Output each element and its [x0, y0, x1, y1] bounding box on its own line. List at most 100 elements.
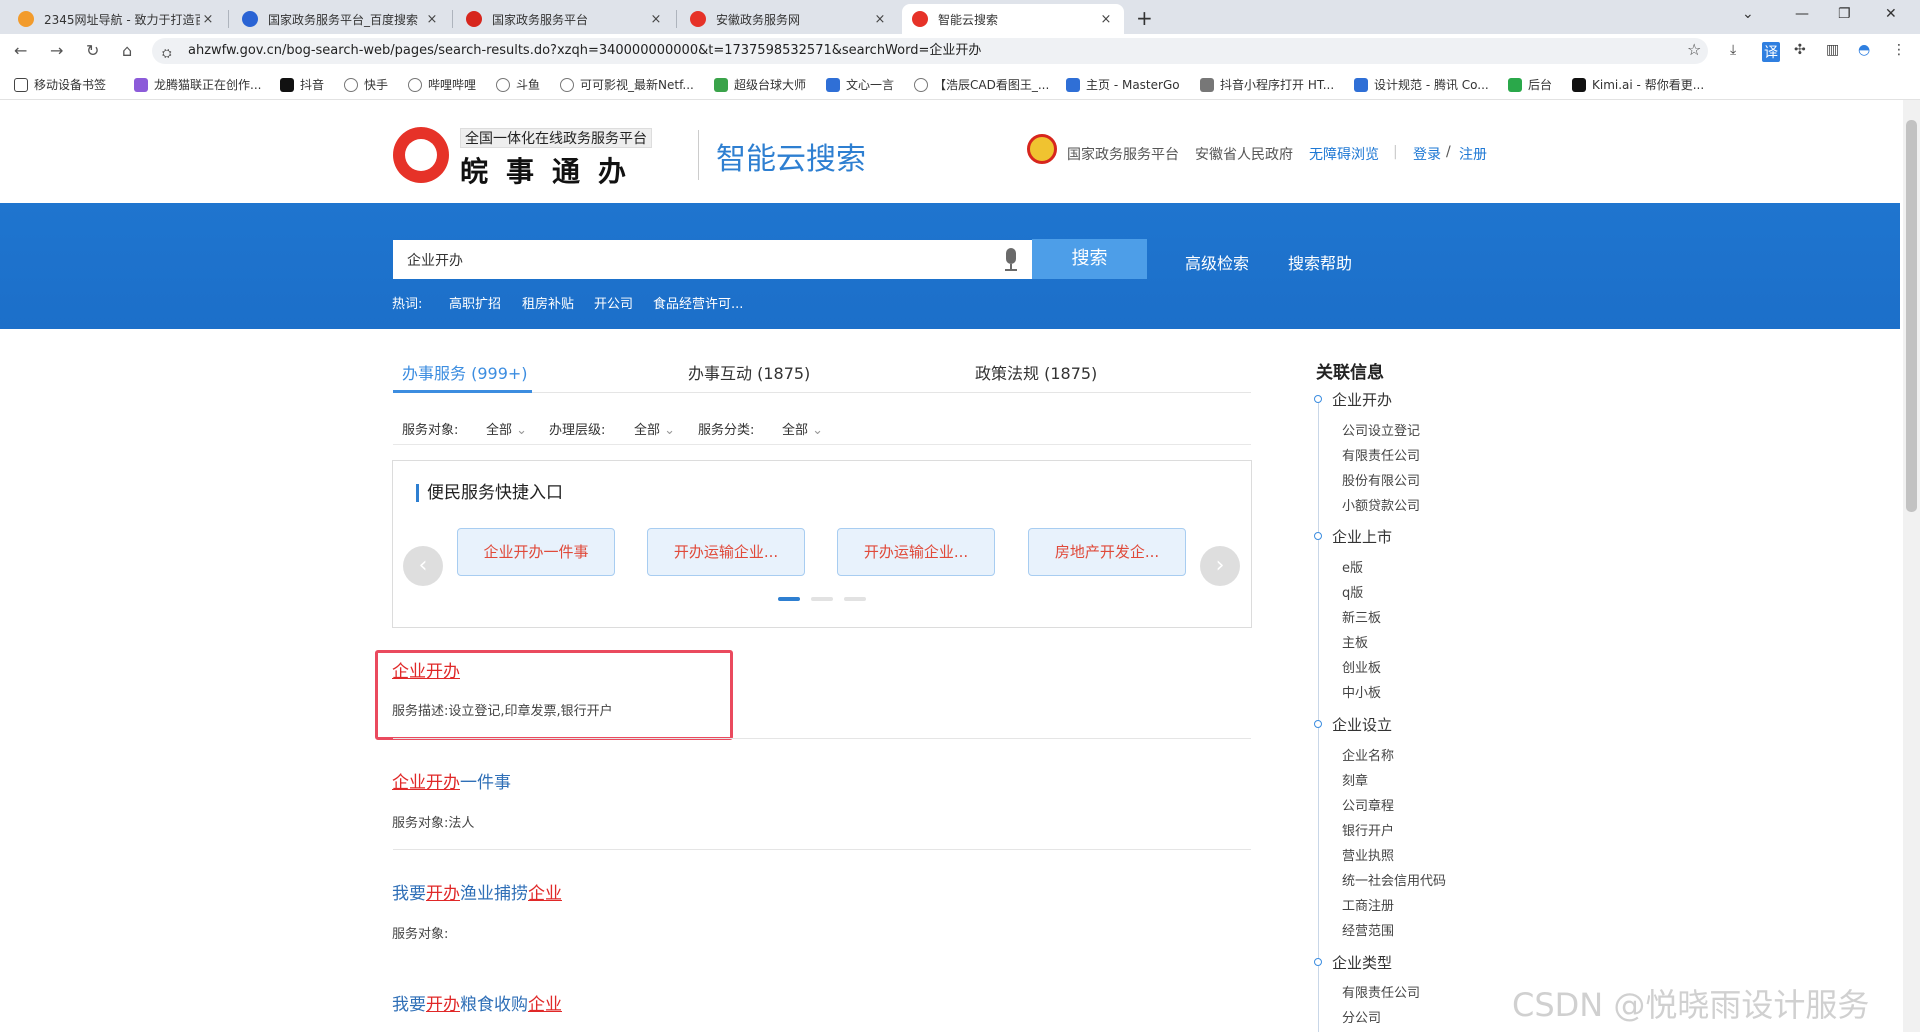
register-link[interactable]: 注册 [1459, 144, 1487, 164]
quick-entry-item[interactable]: 开办运输企业... [837, 528, 995, 576]
browser-tab-2345[interactable]: 2345网址导航 - 致力于打造百 × [8, 4, 226, 34]
bookmark-item[interactable]: Kimi.ai - 帮你看更... [1572, 76, 1704, 93]
related-item[interactable]: 公司设立登记 [1342, 420, 1420, 439]
login-link[interactable]: 登录 [1413, 144, 1441, 164]
bookmark-item[interactable]: 【浩辰CAD看图王_... [914, 76, 1049, 93]
extensions-icon[interactable]: ✣ [1794, 42, 1806, 58]
bookmark-item[interactable]: 快手 [344, 76, 388, 93]
bookmark-item[interactable]: 抖音小程序打开 HT... [1200, 76, 1334, 93]
related-item[interactable]: 统一社会信用代码 [1342, 870, 1446, 889]
chevron-down-icon[interactable]: ⌄ [1742, 6, 1754, 22]
carousel-next-button[interactable]: › [1200, 546, 1240, 586]
carousel-dot[interactable] [811, 597, 833, 601]
result-title[interactable]: 我要开办粮食收购企业 [392, 990, 562, 1015]
translate-icon[interactable]: 译 [1762, 42, 1780, 62]
quick-entry-item[interactable]: 房地产开发企... [1028, 528, 1186, 576]
related-item[interactable]: 营业执照 [1342, 845, 1394, 864]
filter-select-level[interactable]: 全部 ⌄ [634, 419, 675, 438]
related-item[interactable]: 中小板 [1342, 682, 1381, 701]
accessibility-link[interactable]: 无障碍浏览 [1309, 144, 1379, 164]
advanced-search-link[interactable]: 高级检索 [1185, 250, 1249, 274]
bookmark-star-icon[interactable]: ☆ [1687, 40, 1701, 59]
search-button[interactable]: 搜索 [1032, 239, 1147, 279]
related-item[interactable]: 小额贷款公司 [1342, 495, 1420, 514]
new-tab-icon[interactable]: + [1136, 6, 1153, 30]
hot-word[interactable]: 开公司 [594, 293, 633, 312]
bookmark-item[interactable]: 文心一言 [826, 76, 894, 93]
result-title[interactable]: 企业开办 [392, 657, 460, 682]
related-item[interactable]: 公司章程 [1342, 795, 1394, 814]
address-bar[interactable]: ahzwfw.gov.cn/bog-search-web/pages/searc… [152, 38, 1708, 64]
bookmark-item[interactable]: 后台 [1508, 76, 1552, 93]
menu-icon[interactable]: ⋮ [1892, 42, 1906, 58]
close-icon[interactable]: × [1098, 12, 1114, 27]
related-item[interactable]: 股份有限公司 [1342, 470, 1420, 489]
hot-word[interactable]: 租房补贴 [522, 293, 574, 312]
browser-tab-anhui[interactable]: 安徽政务服务网 × [680, 4, 898, 34]
tab-interaction[interactable]: 办事互动 (1875) [688, 360, 810, 384]
related-group-title[interactable]: 企业类型 [1332, 952, 1392, 973]
back-icon[interactable]: ← [14, 41, 27, 60]
home-icon[interactable]: ⌂ [122, 41, 132, 60]
link-anhui-government[interactable]: 安徽省人民政府 [1195, 144, 1293, 164]
related-item[interactable]: 主板 [1342, 632, 1368, 651]
hot-word[interactable]: 食品经营许可... [653, 293, 743, 312]
microphone-icon[interactable] [1004, 248, 1018, 272]
quick-entry-item[interactable]: 企业开办一件事 [457, 528, 615, 576]
browser-tab-gov[interactable]: 国家政务服务平台 × [456, 4, 674, 34]
related-group-title[interactable]: 企业设立 [1332, 714, 1392, 735]
bookmark-item[interactable]: 超级台球大师 [714, 76, 806, 93]
link-national-platform[interactable]: 国家政务服务平台 [1067, 144, 1179, 164]
carousel-prev-button[interactable]: ‹ [403, 546, 443, 586]
bookmark-item[interactable]: 哔哩哔哩 [408, 76, 476, 93]
site-info-icon[interactable]: ⛭ [162, 46, 172, 61]
hot-word[interactable]: 高职扩招 [449, 293, 501, 312]
browser-tab-active[interactable]: 智能云搜索 × [902, 4, 1124, 34]
filter-select-category[interactable]: 全部 ⌄ [782, 419, 823, 438]
related-group-title[interactable]: 企业上市 [1332, 526, 1392, 547]
bookmark-item[interactable]: 抖音 [280, 76, 324, 93]
site-logo-icon[interactable] [393, 127, 449, 183]
close-icon[interactable]: × [424, 12, 440, 27]
reload-icon[interactable]: ↻ [86, 41, 99, 60]
bookmark-item[interactable]: 龙腾猫联正在创作... [134, 76, 261, 93]
related-item[interactable]: 银行开户 [1342, 820, 1394, 839]
related-item[interactable]: 新三板 [1342, 607, 1381, 626]
close-icon[interactable]: × [648, 12, 664, 27]
carousel-dot[interactable] [844, 597, 866, 601]
bookmark-item[interactable]: 可可影视_最新Netf... [560, 76, 694, 93]
related-item[interactable]: 企业名称 [1342, 745, 1394, 764]
result-title[interactable]: 我要开办渔业捕捞企业 [392, 879, 562, 904]
related-item[interactable]: 有限责任公司 [1342, 982, 1420, 1001]
search-input[interactable] [393, 240, 1033, 279]
browser-tab-baidu[interactable]: 国家政务服务平台_百度搜索 × [232, 4, 450, 34]
related-group-title[interactable]: 企业开办 [1332, 389, 1392, 410]
minimize-icon[interactable]: — [1795, 6, 1809, 22]
related-item[interactable]: 经营范围 [1342, 920, 1394, 939]
related-item[interactable]: e版 [1342, 557, 1363, 576]
tab-services[interactable]: 办事服务 (999+) [402, 360, 528, 384]
tab-policies[interactable]: 政策法规 (1875) [975, 360, 1097, 384]
bookmark-item[interactable]: 设计规范 - 腾讯 Co... [1354, 76, 1489, 93]
window-close-icon[interactable]: ✕ [1885, 6, 1897, 22]
result-title[interactable]: 企业开办一件事 [392, 768, 511, 793]
restore-icon[interactable]: ❐ [1838, 6, 1851, 22]
related-item[interactable]: 有限责任公司 [1342, 445, 1420, 464]
search-help-link[interactable]: 搜索帮助 [1288, 250, 1352, 274]
bookmark-item[interactable]: 移动设备书签 [14, 76, 106, 93]
related-item[interactable]: 工商注册 [1342, 895, 1394, 914]
carousel-dot-active[interactable] [778, 597, 800, 601]
bookmark-item[interactable]: 斗鱼 [496, 76, 540, 93]
forward-icon[interactable]: → [50, 41, 63, 60]
download-icon[interactable]: ⤓ [1730, 42, 1736, 58]
related-item[interactable]: q版 [1342, 582, 1363, 601]
scrollbar-thumb[interactable] [1906, 120, 1917, 512]
related-item[interactable]: 创业板 [1342, 657, 1381, 676]
quick-entry-item[interactable]: 开办运输企业... [647, 528, 805, 576]
sidebar-icon[interactable]: ▥ [1826, 42, 1839, 58]
bookmark-item[interactable]: 主页 - MasterGo [1066, 76, 1180, 93]
close-icon[interactable]: × [872, 12, 888, 27]
profile-icon[interactable]: ◓ [1858, 42, 1870, 58]
close-icon[interactable]: × [200, 12, 216, 27]
related-item[interactable]: 分公司 [1342, 1007, 1381, 1026]
